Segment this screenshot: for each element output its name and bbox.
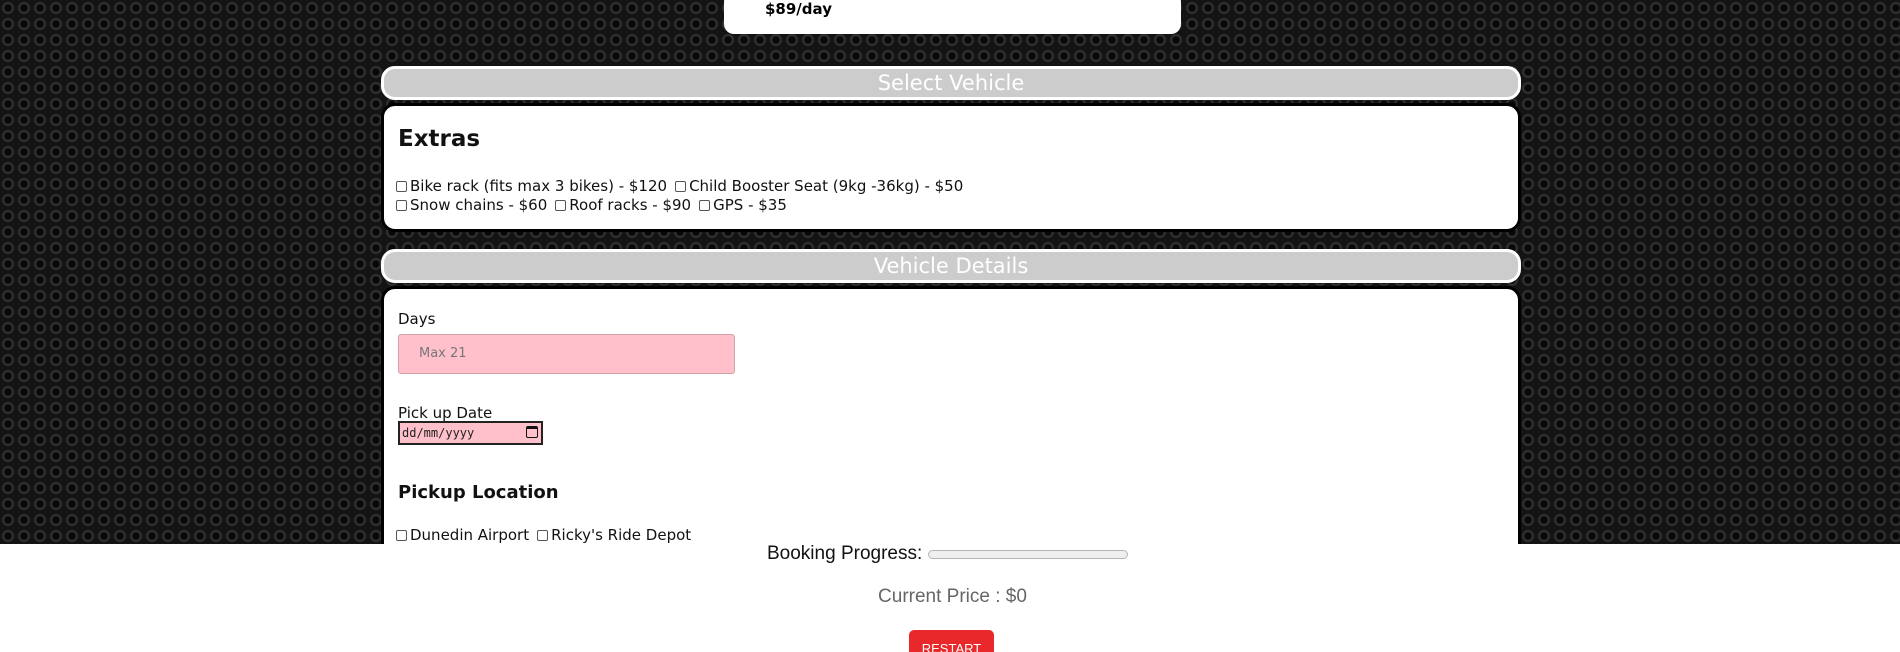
checkbox[interactable]	[396, 529, 407, 541]
checkbox[interactable]	[537, 529, 549, 541]
checkbox[interactable]	[396, 180, 407, 192]
checkbox[interactable]	[699, 199, 711, 211]
vehicle-price: $89/day	[765, 0, 832, 18]
extra-option-label: Child Booster Seat (9kg -36kg) - $50	[689, 177, 964, 195]
pickup-date-placeholder: dd/mm/yyyy	[402, 426, 475, 440]
checkbox[interactable]	[555, 199, 567, 211]
checkbox[interactable]	[396, 199, 407, 211]
select-vehicle-header[interactable]: Select Vehicle	[381, 66, 1521, 100]
vehicle-details-panel: Days Max 21 Pick up Date dd/mm/yyyy Pick…	[381, 286, 1521, 544]
extras-title: Extras	[398, 126, 481, 152]
booking-progress-bar	[928, 549, 1129, 559]
extra-option-child-booster-seat[interactable]: Child Booster Seat (9kg -36kg) - $50	[675, 177, 963, 195]
location-option-dunedin-airport[interactable]: Dunedin Airport	[396, 526, 529, 544]
extras-row-2: Snow chains - $60 Roof racks - $90 GPS -…	[396, 196, 795, 214]
calendar-icon[interactable]	[526, 426, 538, 438]
pickup-location-row: Dunedin Airport Ricky's Ride Depot	[396, 526, 699, 544]
extras-panel: Extras Bike rack (fits max 3 bikes) - $1…	[381, 103, 1521, 232]
pickup-location-title: Pickup Location	[398, 482, 559, 503]
extra-option-label: Roof racks - $90	[569, 196, 692, 214]
pickup-date-label: Pick up Date	[398, 404, 493, 422]
booking-progress-label: Booking Progress:	[767, 543, 923, 564]
location-option-label: Ricky's Ride Depot	[551, 526, 692, 544]
background-pattern: $89/day Select Vehicle Extras Bike rack …	[0, 0, 1900, 544]
booking-progress: Booking Progress:	[767, 543, 1129, 565]
extra-option-snow-chains[interactable]: Snow chains - $60	[396, 196, 547, 214]
vehicle-details-header[interactable]: Vehicle Details	[381, 249, 1521, 283]
restart-button[interactable]: RESTART	[909, 630, 994, 652]
location-option-rickys-ride-depot[interactable]: Ricky's Ride Depot	[537, 526, 691, 544]
days-input[interactable]: Max 21	[398, 334, 735, 374]
current-price: Current Price : $0	[878, 586, 1027, 607]
extra-option-bike-rack[interactable]: Bike rack (fits max 3 bikes) - $120	[396, 177, 667, 195]
location-option-label: Dunedin Airport	[410, 526, 530, 544]
checkbox[interactable]	[675, 180, 687, 192]
extra-option-label: GPS - $35	[713, 196, 787, 214]
extra-option-roof-racks[interactable]: Roof racks - $90	[555, 196, 691, 214]
vehicle-card[interactable]: $89/day	[724, 0, 1181, 34]
extra-option-label: Snow chains - $60	[410, 196, 548, 214]
pickup-date-input[interactable]: dd/mm/yyyy	[398, 421, 543, 445]
days-label: Days	[398, 310, 436, 328]
extra-option-gps[interactable]: GPS - $35	[699, 196, 787, 214]
extra-option-label: Bike rack (fits max 3 bikes) - $120	[410, 177, 668, 195]
extras-row-1: Bike rack (fits max 3 bikes) - $120 Chil…	[396, 177, 971, 195]
